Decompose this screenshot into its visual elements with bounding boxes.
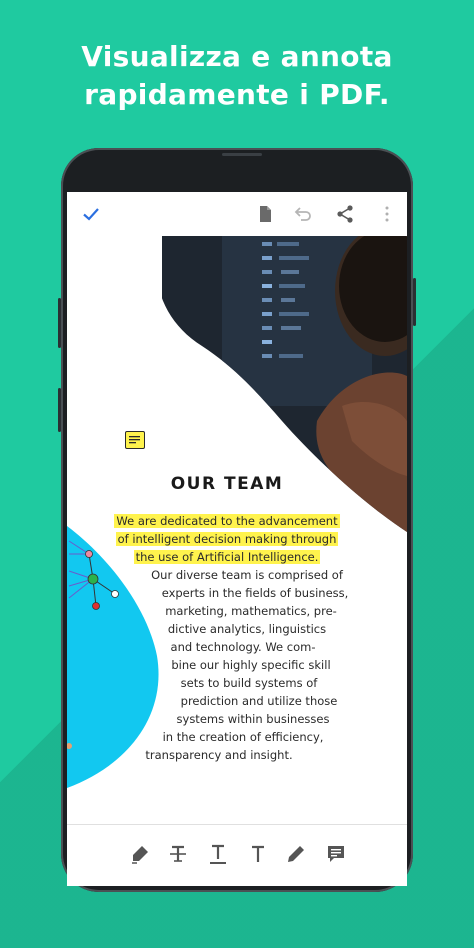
highlighted-line-3[interactable]: the use of Artificial Intelligence. (107, 548, 347, 566)
highlighted-line-1[interactable]: We are dedicated to the advancement (107, 512, 347, 530)
highlighted-line-2[interactable]: of intelligent decision making through (107, 530, 347, 548)
volume-button (58, 298, 61, 348)
more-icon[interactable] (377, 204, 397, 224)
headline: Visualizza e annota rapidamente i PDF. (0, 38, 474, 114)
body-line: sets to build systems of (180, 676, 318, 690)
body-line: transparency and insight. (145, 748, 293, 762)
text-icon[interactable] (247, 843, 269, 865)
headline-line-2: rapidamente i PDF. (84, 78, 390, 111)
undo-icon[interactable] (293, 204, 313, 224)
body-line: experts in the fields of business, (161, 586, 349, 600)
highlighter-icon[interactable] (129, 843, 151, 865)
pdf-page[interactable]: OUR TEAM We are dedicated to the advance… (67, 236, 407, 824)
body-line: and technology. We com- (170, 640, 316, 654)
document-title: OUR TEAM (170, 474, 284, 494)
body-line: in the creation of efficiency, (162, 730, 324, 744)
annotation-toolbar (67, 824, 407, 886)
comment-icon[interactable] (325, 843, 347, 865)
document-icon[interactable] (255, 204, 275, 224)
top-toolbar (67, 192, 407, 237)
body-line: prediction and utilize those (180, 694, 338, 708)
power-button (413, 278, 416, 326)
phone-frame: OUR TEAM We are dedicated to the advance… (58, 148, 416, 892)
app-screen: OUR TEAM We are dedicated to the advance… (67, 192, 407, 886)
check-icon[interactable] (81, 204, 101, 224)
share-icon[interactable] (335, 204, 355, 224)
body-line: systems within businesses (176, 712, 330, 726)
body-line: bine our highly specific skill (171, 658, 331, 672)
earpiece (222, 153, 262, 156)
headline-line-1: Visualizza e annota (81, 40, 393, 73)
comment-note-icon[interactable] (125, 431, 145, 449)
pen-icon[interactable] (285, 843, 307, 865)
power-button-left (58, 388, 61, 432)
underline-icon[interactable] (207, 843, 229, 865)
strikethrough-icon[interactable] (167, 843, 189, 865)
body-line: Our diverse team is comprised of (151, 568, 343, 582)
body-line: marketing, mathematics, pre- (165, 604, 337, 618)
body-line: dictive analytics, linguistics (167, 622, 327, 636)
